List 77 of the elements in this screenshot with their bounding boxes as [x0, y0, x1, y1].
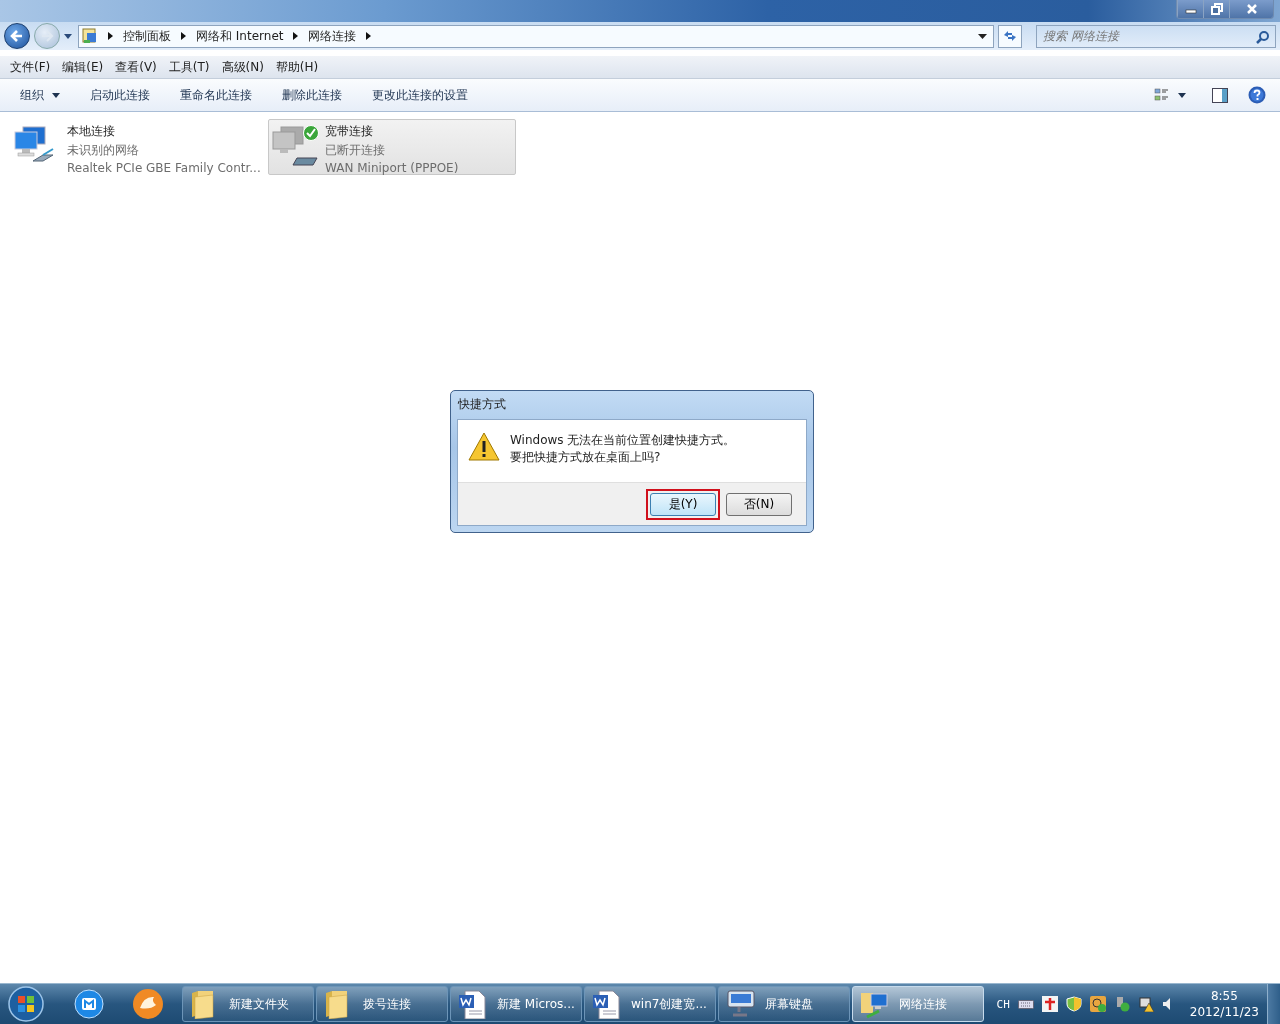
connection-item[interactable]: 本地连接 未识别的网络 Realtek PCIe GBE Family Contr... — [10, 119, 258, 175]
taskbar-button[interactable]: 拨号连接 — [316, 986, 448, 1022]
dropdown-caret-icon[interactable] — [52, 92, 60, 98]
first-aid-icon[interactable] — [1041, 996, 1058, 1012]
help-icon[interactable] — [1248, 86, 1266, 104]
warning-icon — [468, 432, 500, 461]
connection-status: 未识别的网络 — [67, 142, 140, 159]
dialog-title: 快捷方式 — [457, 396, 507, 413]
taskbar-label: win7创建宽... — [631, 995, 707, 1013]
document-icon — [591, 989, 621, 1019]
toolbar-button[interactable]: 启动此连接 — [78, 82, 162, 108]
start-button[interactable] — [6, 984, 46, 1024]
breadcrumb-arrow-icon[interactable] — [108, 32, 113, 40]
breadcrumb-arrow-icon[interactable] — [293, 32, 299, 40]
network-warning-icon[interactable] — [1137, 996, 1154, 1012]
back-arrow-icon — [9, 28, 25, 44]
breadcrumb-arrow-icon[interactable] — [181, 32, 186, 40]
restore-icon — [1210, 3, 1223, 15]
menu-item[interactable]: 高级(N) — [215, 58, 270, 76]
address-bar[interactable]: 控制面板 网络和 Internet 网络连接 — [78, 24, 994, 48]
show-desktop-button[interactable] — [1267, 984, 1280, 1024]
taskbar-button[interactable]: 新建文件夹 — [182, 986, 314, 1022]
toolbar-button[interactable]: 重命名此连接 — [168, 82, 264, 108]
volume-icon[interactable] — [1161, 997, 1172, 1011]
dialup-connection-icon — [271, 125, 319, 167]
fox-app-icon[interactable] — [132, 988, 164, 1020]
dialog-message: Windows 无法在当前位置创建快捷方式。 — [510, 432, 736, 449]
refresh-button[interactable] — [998, 24, 1022, 48]
menu-item[interactable]: 编辑(E) — [56, 58, 110, 76]
device-name: Realtek PCIe GBE Family Contr... — [67, 161, 261, 175]
language-indicator[interactable]: CH — [996, 997, 1010, 1011]
close-icon — [1245, 3, 1258, 15]
clock[interactable]: 8:55 2012/11/23 — [1189, 988, 1259, 1020]
device-name: WAN Miniport (PPPOE) — [325, 161, 459, 175]
connection-status: 已断开连接 — [325, 142, 386, 159]
dialog-button[interactable]: 是(Y) — [650, 492, 716, 516]
document-icon — [457, 989, 487, 1019]
back-button[interactable] — [4, 23, 30, 49]
taskbar-label: 屏幕键盘 — [765, 995, 813, 1013]
dialog-button[interactable]: 否(N) — [726, 492, 792, 516]
browser-app-icon[interactable] — [74, 989, 104, 1019]
connection-name: 宽带连接 — [325, 123, 374, 140]
menu-item[interactable]: 帮助(H) — [269, 58, 325, 76]
menu-item[interactable]: 工具(T) — [162, 58, 216, 76]
dialog-message: 要把快捷方式放在桌面上吗? — [510, 449, 662, 466]
toolbar-button[interactable]: 删除此连接 — [270, 82, 354, 108]
shield-icon[interactable] — [1065, 996, 1082, 1012]
control-panel-icon — [82, 28, 98, 44]
menu-item[interactable]: 文件(F) — [4, 58, 57, 76]
connection-item[interactable]: 宽带连接 已断开连接 WAN Miniport (PPPOE) — [268, 119, 516, 175]
toolbar-button[interactable]: 组织 — [8, 82, 72, 108]
taskbar-label: 新建 Micros... — [497, 995, 575, 1013]
refresh-icon — [1002, 29, 1018, 43]
toolbar-button[interactable]: 更改此连接的设置 — [360, 82, 480, 108]
connection-name: 本地连接 — [67, 123, 116, 140]
antivirus-icon[interactable] — [1089, 996, 1106, 1012]
taskbar-label: 新建文件夹 — [229, 995, 289, 1013]
view-options-icon[interactable] — [1154, 87, 1170, 103]
menu-item[interactable]: 查看(V) — [109, 58, 163, 76]
restore-button[interactable] — [1203, 0, 1229, 18]
taskbar-label: 拨号连接 — [363, 995, 411, 1013]
close-button[interactable] — [1229, 0, 1273, 18]
breadcrumb-arrow-icon[interactable] — [366, 32, 372, 40]
history-caret-icon[interactable] — [64, 33, 72, 39]
preview-pane-icon[interactable] — [1212, 87, 1228, 103]
search-field[interactable]: 搜索 网络连接 — [1036, 24, 1276, 48]
taskbar-button[interactable]: 屏幕键盘 — [718, 986, 850, 1022]
search-icon[interactable] — [1256, 29, 1270, 44]
dropdown-caret-icon[interactable] — [1178, 92, 1186, 98]
minimize-button[interactable] — [1177, 0, 1203, 18]
taskbar-button[interactable]: win7创建宽... — [584, 986, 716, 1022]
breadcrumb-item[interactable]: 网络连接 — [308, 27, 357, 45]
taskbar-label: 网络连接 — [899, 995, 947, 1013]
dropdown-caret-icon[interactable] — [978, 33, 987, 39]
breadcrumb-item[interactable]: 网络和 Internet — [196, 27, 284, 45]
breadcrumb-item[interactable]: 控制面板 — [123, 27, 171, 45]
taskbar-button[interactable]: 新建 Micros... — [450, 986, 582, 1022]
